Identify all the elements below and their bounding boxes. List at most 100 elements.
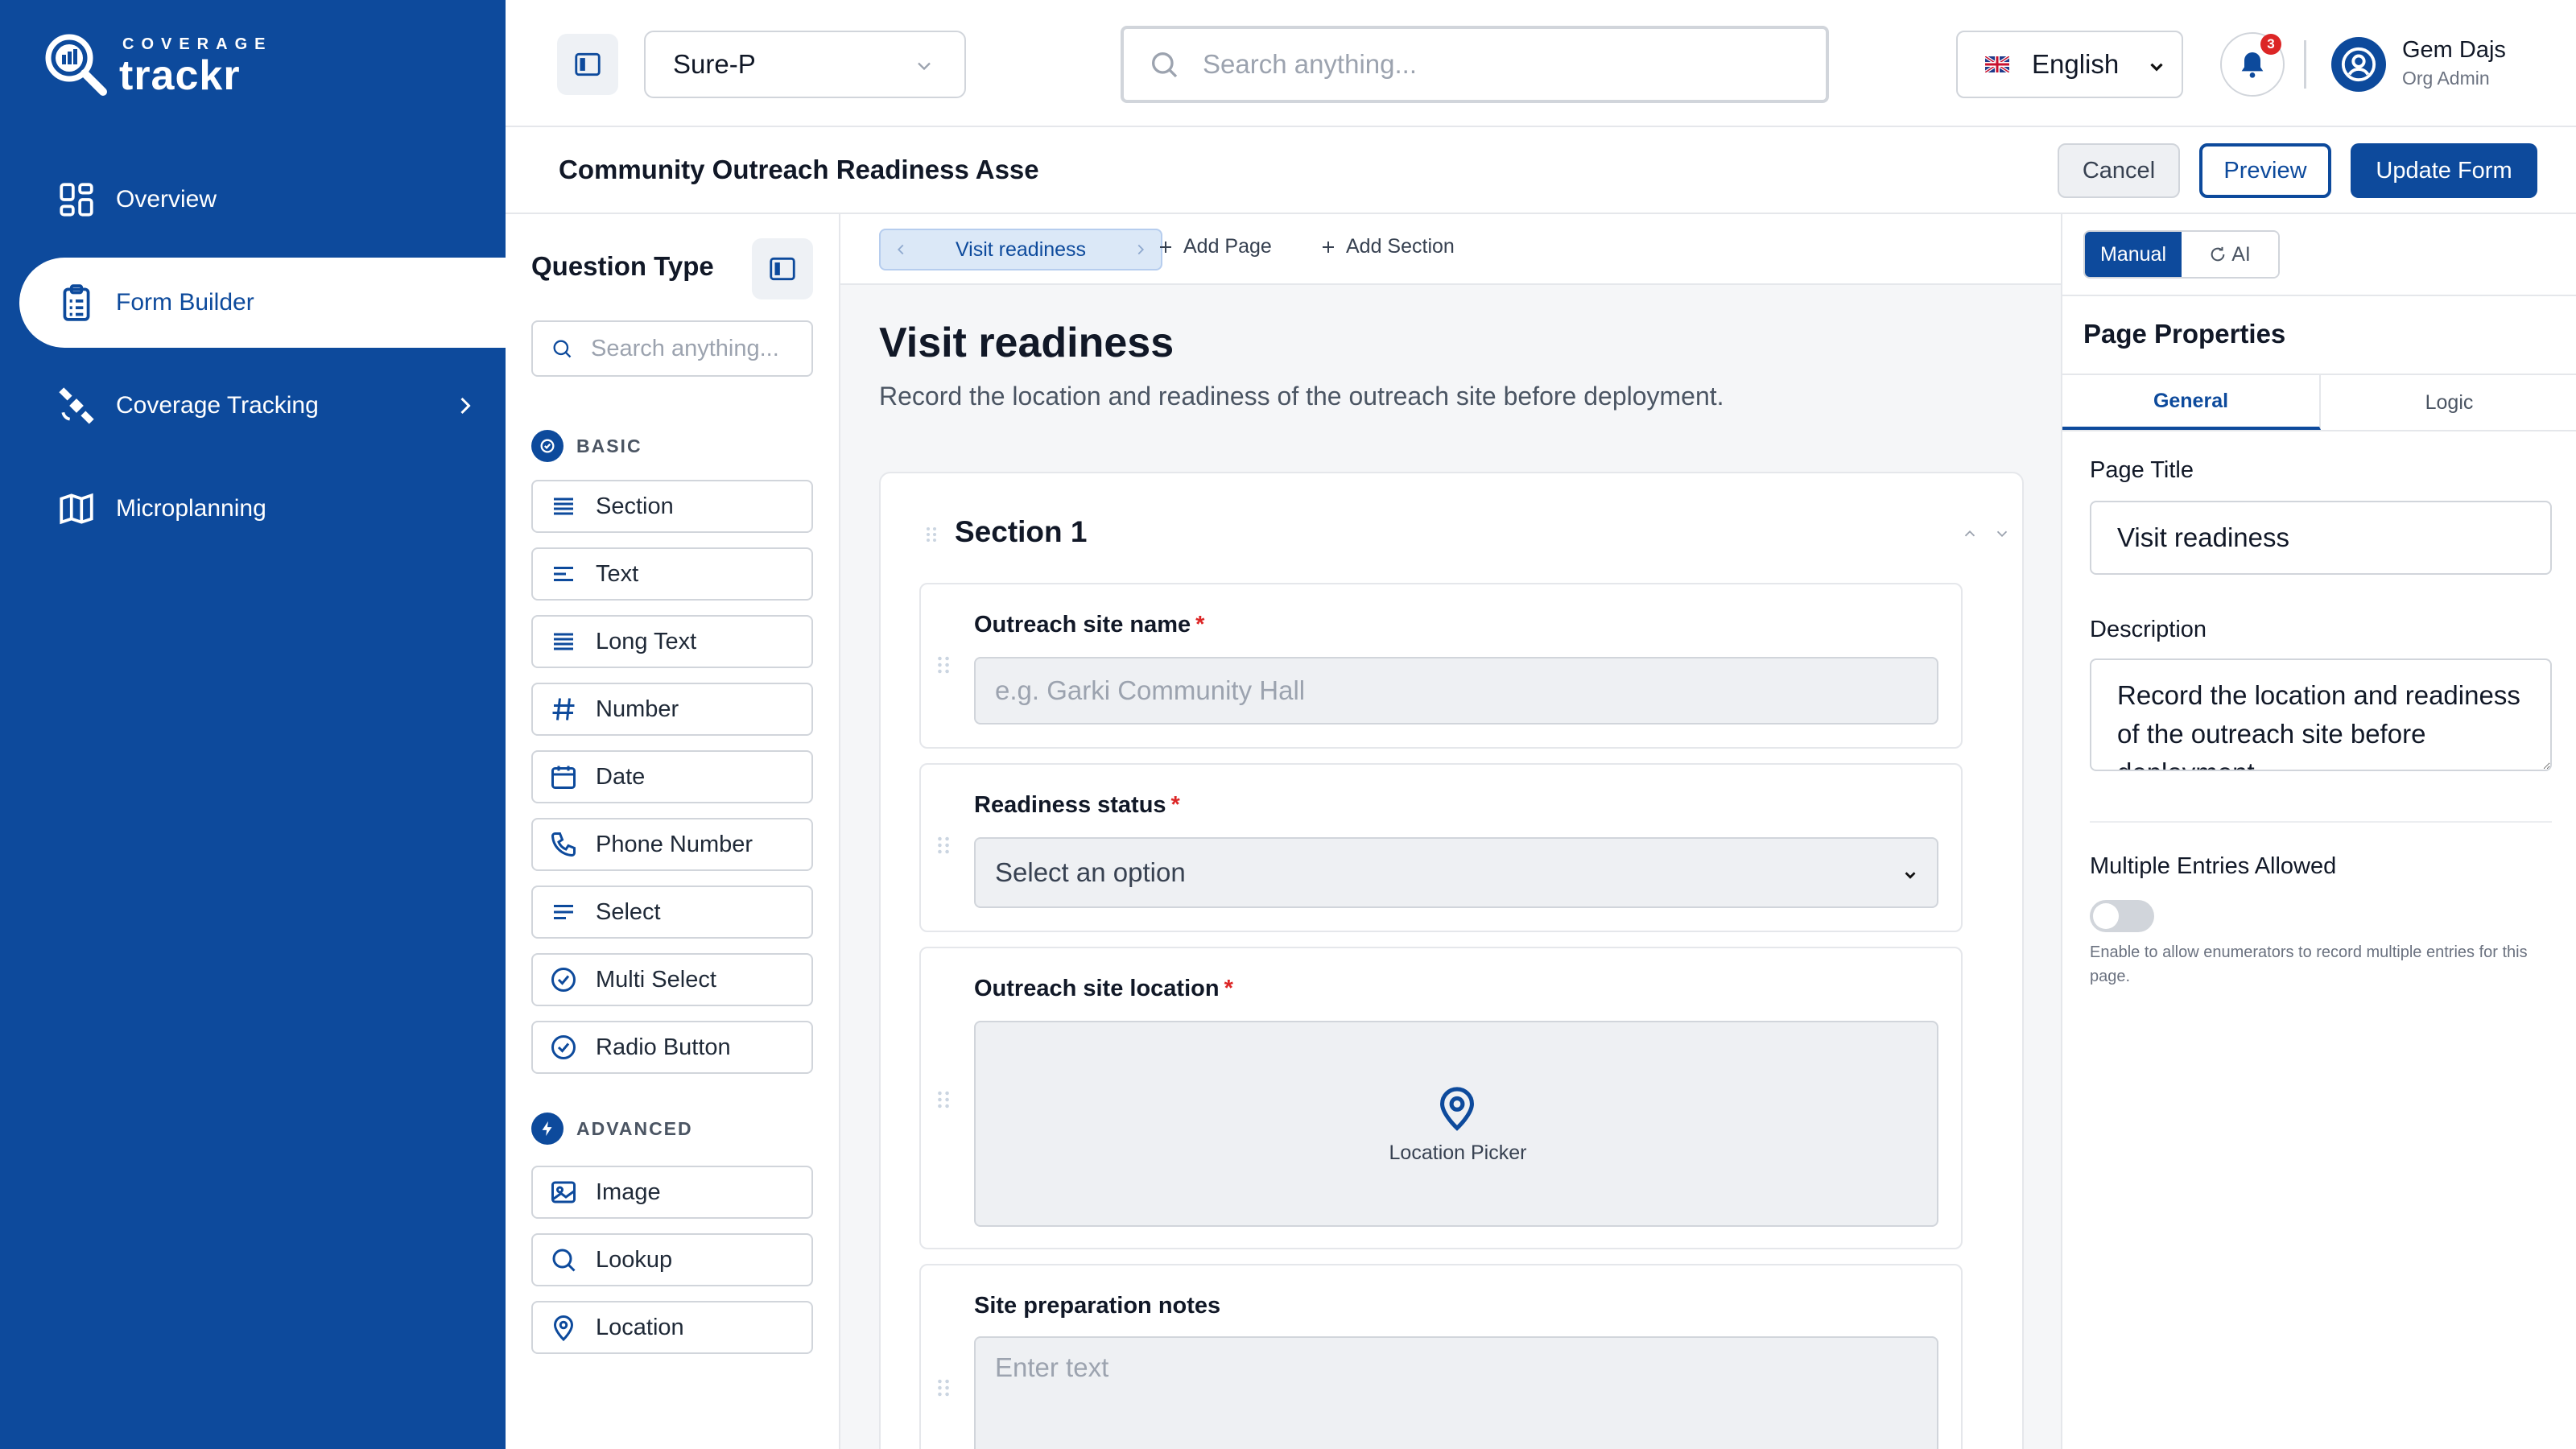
organization-select[interactable]: Sure-P (644, 31, 966, 98)
outreach-site-name-input[interactable] (974, 657, 1938, 724)
drag-handle-icon[interactable] (926, 526, 937, 543)
sidebar-nav: Overview Form Builder Coverage Tracking (0, 155, 506, 567)
question-type-date[interactable]: Date (531, 750, 813, 803)
sidebar-item-overview[interactable]: Overview (0, 155, 506, 245)
site-preparation-notes-input[interactable] (974, 1336, 1938, 1449)
page-title-input[interactable] (2090, 501, 2552, 575)
question-type-label: Select (596, 898, 661, 925)
drag-handle-icon[interactable] (937, 1090, 950, 1109)
question-type-lookup[interactable]: Lookup (531, 1233, 813, 1286)
question-type-section[interactable]: Section (531, 480, 813, 533)
uk-flag-icon (1985, 56, 2009, 72)
text-align-icon (554, 567, 573, 581)
page-title: Visit readiness (879, 320, 1174, 366)
description-textarea[interactable]: Record the location and readiness of the… (2090, 658, 2552, 771)
refresh-icon (2211, 246, 2225, 262)
satellite-icon (59, 387, 94, 424)
cancel-button[interactable]: Cancel (2058, 143, 2180, 198)
drag-handle-icon[interactable] (937, 1378, 950, 1397)
drag-handle-icon[interactable] (937, 836, 950, 855)
map-icon (60, 493, 93, 525)
sidebar-item-coverage-tracking[interactable]: Coverage Tracking (0, 361, 506, 451)
sidebar-toggle-button[interactable] (557, 34, 618, 95)
sidebar-item-label: Microplanning (116, 495, 266, 522)
section-card: Section 1 Outreach site name* Readiness … (879, 472, 2024, 1449)
location-picker-label: Location Picker (1389, 1141, 1527, 1164)
phone-icon (551, 832, 576, 857)
tab-visit-readiness[interactable]: Visit readiness (879, 229, 1162, 270)
question-type-location[interactable]: Location (531, 1301, 813, 1354)
question-search-input[interactable] (591, 335, 800, 362)
global-search-input[interactable] (1203, 49, 1814, 80)
question-type-phone-number[interactable]: Phone Number (531, 818, 813, 871)
update-form-button[interactable]: Update Form (2351, 143, 2537, 198)
chevron-up-icon[interactable] (1961, 525, 1979, 543)
toggle-knob (2093, 903, 2119, 929)
field-label: Site preparation notes (974, 1293, 1220, 1319)
map-pin-icon (553, 1315, 574, 1342)
ai-mode-label: AI (2231, 242, 2251, 266)
add-page-button[interactable]: Add Page (1156, 235, 1272, 258)
question-type-label: Multi Select (596, 966, 716, 993)
chevron-right-icon (460, 397, 471, 415)
form-canvas: Visit readiness Add Page Add Section Vis… (840, 214, 2061, 1449)
multiple-entries-toggle[interactable] (2090, 900, 2154, 932)
plus-icon (1323, 241, 1334, 253)
field-label: Outreach site location * (974, 976, 1233, 1002)
tab-logic[interactable]: Logic (2321, 375, 2576, 430)
divider (2090, 821, 2552, 823)
ai-mode-button[interactable]: AI (2182, 232, 2278, 277)
question-type-label: Date (596, 763, 646, 790)
select-value: Select an option (995, 857, 1186, 887)
drag-handle-icon[interactable] (937, 655, 950, 675)
panel-toggle-button[interactable] (752, 238, 813, 299)
manual-mode-button[interactable]: Manual (2085, 232, 2182, 277)
sidebar-item-microplanning[interactable]: Microplanning (0, 464, 506, 554)
brand-logo[interactable]: COVERAGE trackr (39, 24, 280, 101)
question-search (531, 320, 813, 377)
question-type-radio-button[interactable]: Radio Button (531, 1021, 813, 1074)
brand-main-text: trackr (119, 52, 241, 99)
question-type-number[interactable]: Number (531, 683, 813, 736)
add-section-button[interactable]: Add Section (1319, 235, 1455, 258)
question-type-text[interactable]: Text (531, 547, 813, 601)
question-type-label: Location (596, 1314, 684, 1340)
user-name: Gem Dajs (2402, 37, 2506, 63)
group-label: ADVANCED (576, 1117, 693, 1139)
check-circle-icon (551, 968, 576, 992)
field-outreach-site-location: Outreach site location * Location Picker (919, 947, 1963, 1249)
magnifier-logo-icon (45, 34, 107, 96)
sidebar-item-label: Form Builder (116, 289, 254, 316)
language-value: English (2032, 49, 2120, 79)
question-type-select[interactable]: Select (531, 886, 813, 939)
chevron-down-icon[interactable] (1993, 525, 2011, 543)
question-type-multi-select[interactable]: Multi Select (531, 953, 813, 1006)
tab-general[interactable]: General (2062, 375, 2321, 430)
panel-left-icon (575, 52, 601, 76)
question-type-label: Image (596, 1179, 661, 1205)
basic-group-header: BASIC (531, 430, 642, 462)
field-readiness-status: Readiness status * Select an option (919, 763, 1963, 932)
question-type-long-text[interactable]: Long Text (531, 615, 813, 668)
divider (2304, 40, 2306, 89)
avatar[interactable] (2331, 37, 2386, 92)
user-role: Org Admin (2402, 68, 2490, 89)
page-description: Record the location and readiness of the… (879, 382, 1724, 411)
page-properties-panel: Manual AI Page Properties General Logic … (2061, 214, 2576, 1449)
plus-icon (1160, 241, 1171, 253)
form-title: Community Outreach Readiness Asse (559, 155, 1039, 184)
sidebar-item-form-builder[interactable]: Form Builder (19, 258, 506, 348)
field-label: Readiness status * (974, 792, 1180, 819)
question-type-image[interactable]: Image (531, 1166, 813, 1219)
readiness-status-select[interactable]: Select an option (974, 837, 1938, 908)
preview-button[interactable]: Preview (2199, 143, 2331, 198)
list-icon (554, 905, 573, 919)
location-picker[interactable]: Location Picker (974, 1021, 1938, 1227)
field-label-text: Readiness status (974, 792, 1166, 818)
check-badge-icon (531, 430, 564, 462)
question-type-panel: Question Type BASIC Section Text Long Te… (506, 214, 840, 1449)
add-page-label: Add Page (1183, 235, 1272, 258)
required-marker: * (1224, 976, 1233, 1001)
question-type-label: Text (596, 560, 639, 587)
language-select[interactable]: English (1956, 31, 2183, 98)
